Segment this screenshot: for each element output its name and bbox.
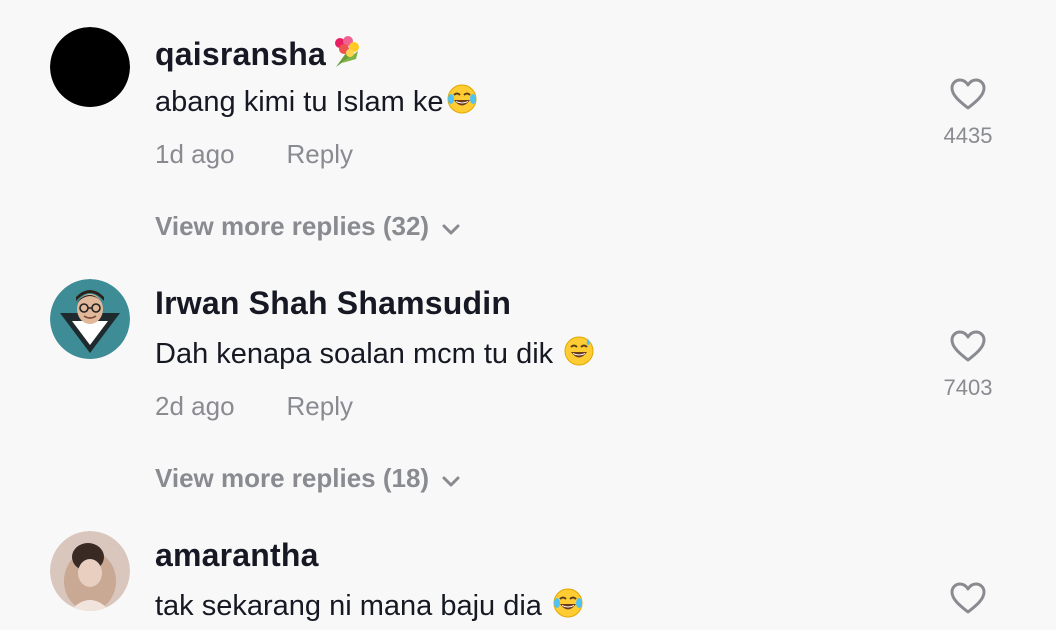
- bouquet-icon: [328, 33, 364, 77]
- like-button[interactable]: 4435: [930, 77, 1006, 149]
- grinning-sweat-icon: [563, 335, 595, 375]
- avatar[interactable]: [50, 531, 130, 611]
- comment-time: 1d ago: [155, 139, 235, 169]
- tears-of-joy-icon: [446, 83, 478, 123]
- comment-item: amarantha tak sekarang ni mana baju dia: [0, 531, 1056, 630]
- like-count: 7403: [943, 375, 993, 400]
- comment-list: qaisransha abang kimi tu Islam ke 1d ago…: [0, 0, 1056, 630]
- comment-text: abang kimi tu Islam ke: [155, 83, 478, 123]
- comment-item: qaisransha abang kimi tu Islam ke 1d ago…: [0, 27, 1056, 247]
- comment-username[interactable]: qaisransha: [155, 33, 364, 77]
- comment-meta: 2d ago Reply: [155, 391, 353, 422]
- view-more-replies-button[interactable]: View more replies (18): [155, 463, 461, 496]
- comment-text: Dah kenapa soalan mcm tu dik: [155, 335, 595, 375]
- like-button[interactable]: [930, 581, 1006, 615]
- avatar[interactable]: [50, 27, 130, 107]
- comment-time: 2d ago: [155, 391, 235, 421]
- comment-item: Irwan Shah Shamsudin Dah kenapa soalan m…: [0, 279, 1056, 499]
- reply-button[interactable]: Reply: [287, 391, 353, 421]
- chevron-down-icon: [441, 465, 461, 496]
- view-more-replies-label: View more replies (32): [155, 211, 430, 241]
- heart-icon[interactable]: [930, 581, 1006, 615]
- like-button[interactable]: 7403: [930, 329, 1006, 401]
- comment-meta: 1d ago Reply: [155, 139, 353, 170]
- chevron-down-icon: [441, 213, 461, 244]
- heart-icon[interactable]: [930, 329, 1006, 363]
- comment-username[interactable]: Irwan Shah Shamsudin: [155, 285, 511, 322]
- avatar[interactable]: [50, 279, 130, 359]
- reply-button[interactable]: Reply: [287, 139, 353, 169]
- view-more-replies-label: View more replies (18): [155, 463, 430, 493]
- tears-of-joy-icon: [552, 587, 584, 627]
- like-count: 4435: [943, 123, 993, 148]
- comment-text: tak sekarang ni mana baju dia: [155, 587, 584, 627]
- comment-username[interactable]: amarantha: [155, 537, 319, 574]
- view-more-replies-button[interactable]: View more replies (32): [155, 211, 461, 244]
- heart-icon[interactable]: [930, 77, 1006, 111]
